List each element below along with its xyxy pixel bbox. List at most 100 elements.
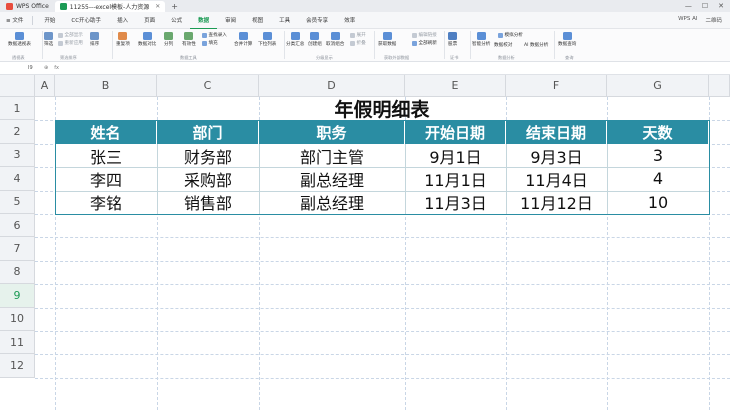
refresh-all-icon bbox=[412, 40, 417, 46]
app-tab[interactable]: WPS Office bbox=[0, 0, 55, 12]
column-header-a[interactable]: A bbox=[35, 75, 55, 97]
title-bar: WPS Office 11255---excel模板-人力资源 ✕ + — ☐ … bbox=[0, 0, 730, 12]
file-menu[interactable]: ≡ 文件 bbox=[0, 16, 29, 24]
show-all-button[interactable]: 全部显示 bbox=[58, 32, 83, 38]
ribbon-separator bbox=[284, 31, 285, 59]
gridline-horizontal bbox=[35, 307, 730, 309]
stocks-icon bbox=[448, 32, 458, 40]
ribbon-group-stocks: 股票 证书 bbox=[446, 30, 468, 62]
column-header-f[interactable]: F bbox=[506, 75, 607, 97]
menu-tab[interactable]: 开始 bbox=[36, 12, 63, 29]
ribbon-group-data-tools: 重复项 数据对比 分列 有效性 查找录入 填充 合并计算 下拉列表 数据工具 bbox=[114, 30, 282, 62]
ungroup-button[interactable]: 取消组合 bbox=[326, 32, 344, 47]
row-header-3[interactable]: 3 bbox=[0, 143, 35, 168]
lookup-entry-button[interactable]: 查找录入 bbox=[202, 32, 227, 38]
name-box[interactable]: I9 bbox=[0, 65, 38, 71]
reapply-button[interactable]: 重新应用 bbox=[58, 40, 83, 46]
close-window-icon[interactable]: ✕ bbox=[718, 2, 724, 10]
smart-analysis-button[interactable]: 智能分析 bbox=[472, 32, 490, 47]
gridline-horizontal bbox=[35, 354, 730, 356]
row-header-1[interactable]: 1 bbox=[0, 97, 35, 121]
menu-tab[interactable]: CC开心助手 bbox=[63, 12, 109, 29]
menu-tab[interactable]: 页面 bbox=[136, 12, 163, 29]
row-header-11[interactable]: 11 bbox=[0, 331, 35, 355]
sort-button[interactable]: 排序 bbox=[90, 32, 99, 47]
menu-tab[interactable]: 插入 bbox=[109, 12, 136, 29]
menu-tab[interactable]: 会员专享 bbox=[298, 12, 336, 29]
split-column-button[interactable]: 分列 bbox=[164, 32, 173, 47]
zoom-icon[interactable]: ⊕ bbox=[44, 65, 48, 71]
column-header-d[interactable]: D bbox=[259, 75, 405, 97]
column-header-b[interactable]: B bbox=[55, 75, 157, 97]
filter-button[interactable]: 筛选 bbox=[44, 32, 53, 47]
column-header-e[interactable]: E bbox=[405, 75, 506, 97]
collapse-button[interactable]: 折叠 bbox=[350, 40, 366, 46]
menu-tab[interactable]: 视图 bbox=[244, 12, 271, 29]
data-query-button[interactable]: 数据查询 bbox=[558, 32, 576, 47]
qrcode-button[interactable]: 二维码 bbox=[705, 16, 722, 24]
minimize-icon[interactable]: — bbox=[685, 2, 692, 10]
row-header-9[interactable]: 9 bbox=[0, 284, 35, 308]
what-if-button[interactable]: 模拟分析 bbox=[498, 32, 523, 38]
menu-tab[interactable]: 效率 bbox=[336, 12, 363, 29]
stocks-label: 股票 bbox=[448, 42, 458, 47]
row-header-6[interactable]: 6 bbox=[0, 214, 35, 238]
expand-button[interactable]: 展开 bbox=[350, 32, 366, 38]
edit-links-button[interactable]: 编辑链接 bbox=[412, 32, 437, 38]
close-tab-icon[interactable]: ✕ bbox=[155, 3, 160, 10]
show-all-label: 全部显示 bbox=[64, 33, 83, 38]
fill-button[interactable]: 填充 bbox=[202, 40, 218, 46]
column-header-c[interactable]: C bbox=[157, 75, 259, 97]
maximize-icon[interactable]: ☐ bbox=[702, 2, 708, 10]
ribbon-group-filter-sort: 筛选 全部显示 重新应用 排序 筛选排序 bbox=[44, 30, 110, 62]
document-tab[interactable]: 11255---excel模板-人力资源 ✕ bbox=[54, 1, 166, 12]
row-header-4[interactable]: 4 bbox=[0, 167, 35, 191]
row-header-10[interactable]: 10 bbox=[0, 307, 35, 331]
refresh-all-button[interactable]: 全部刷新 bbox=[412, 40, 437, 46]
sheet-title[interactable]: 年假明细表 bbox=[55, 97, 709, 121]
row-header-12[interactable]: 12 bbox=[0, 354, 35, 378]
ai-analysis-button[interactable]: AI 数据分析 bbox=[524, 42, 548, 48]
menu-tab[interactable]: 工具 bbox=[271, 12, 298, 29]
smart-analysis-icon bbox=[476, 32, 486, 40]
validation-label: 有效性 bbox=[182, 42, 196, 47]
stocks-button[interactable]: 股票 bbox=[448, 32, 457, 47]
data-proofread-label: 数据校对 bbox=[494, 43, 513, 48]
ai-analysis-label: AI 数据分析 bbox=[524, 43, 549, 48]
group-label-query: 查询 bbox=[565, 55, 574, 60]
split-column-icon bbox=[164, 32, 174, 40]
dropdown-list-button[interactable]: 下拉列表 bbox=[258, 32, 276, 47]
gridline-horizontal bbox=[35, 260, 730, 262]
select-all-corner[interactable] bbox=[0, 75, 35, 97]
data-proofread-button[interactable]: 数据校对 bbox=[494, 42, 512, 48]
row-header-8[interactable]: 8 bbox=[0, 260, 35, 285]
pivot-table-button[interactable]: 数据透视表 bbox=[8, 32, 31, 47]
column-header-g[interactable]: G bbox=[607, 75, 709, 97]
wps-ai-button[interactable]: WPS AI bbox=[678, 16, 697, 24]
data-compare-icon bbox=[142, 32, 152, 40]
subtotal-button[interactable]: 分类汇总 bbox=[286, 32, 304, 47]
validation-button[interactable]: 有效性 bbox=[182, 32, 196, 47]
menu-tab[interactable]: 公式 bbox=[163, 12, 190, 29]
row-header-5[interactable]: 5 bbox=[0, 190, 35, 214]
group-button[interactable]: 创建组 bbox=[308, 32, 322, 47]
smart-analysis-label: 智能分析 bbox=[472, 42, 491, 47]
menu-tab[interactable]: 数据 bbox=[190, 12, 218, 29]
data-compare-button[interactable]: 数据对比 bbox=[138, 32, 156, 47]
window-controls: — ☐ ✕ bbox=[685, 2, 730, 10]
duplicates-button[interactable]: 重复项 bbox=[116, 32, 130, 47]
consolidate-button[interactable]: 合并计算 bbox=[234, 32, 252, 47]
new-tab-button[interactable]: + bbox=[171, 2, 178, 11]
row-header-7[interactable]: 7 bbox=[0, 237, 35, 261]
ribbon-separator bbox=[374, 31, 375, 59]
row-header-2[interactable]: 2 bbox=[0, 120, 35, 144]
wps-logo-icon bbox=[6, 2, 13, 10]
filter-icon bbox=[44, 32, 54, 40]
validation-icon bbox=[184, 32, 194, 40]
app-name: WPS Office bbox=[16, 2, 49, 10]
get-data-button[interactable]: 获取数据 bbox=[378, 32, 396, 47]
pivot-table-label: 数据透视表 bbox=[8, 42, 31, 47]
fx-icon[interactable]: fx bbox=[54, 65, 59, 71]
formula-icons: ⊕ fx bbox=[44, 65, 59, 71]
menu-tab[interactable]: 审阅 bbox=[217, 12, 244, 29]
